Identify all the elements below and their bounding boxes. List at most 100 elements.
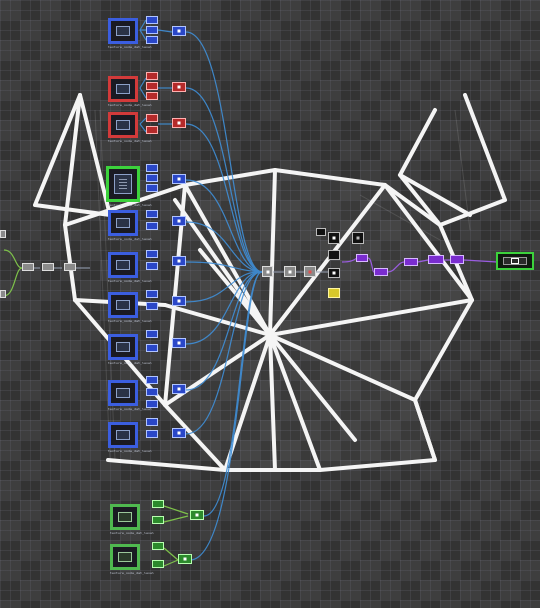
chip-node[interactable]: [146, 418, 158, 426]
chip-node[interactable]: [450, 255, 464, 264]
texture-node-9[interactable]: [108, 380, 138, 406]
node-caption: texture_node_dat_level: [108, 139, 153, 143]
chip-node[interactable]: [172, 174, 186, 184]
texture-thumbnail-icon: [116, 84, 130, 94]
chip-node[interactable]: [152, 500, 164, 508]
chip-icon: [332, 271, 336, 275]
node-caption: texture_node_dat_level: [108, 319, 153, 323]
chip-node[interactable]: [146, 222, 158, 230]
chip-node[interactable]: [316, 228, 326, 236]
node-caption: texture_node_dat_level: [108, 237, 153, 241]
texture-node-1[interactable]: [108, 18, 138, 44]
chip-node[interactable]: [172, 384, 186, 394]
chip-icon: [308, 270, 312, 273]
node-caption: texture_node_dat_level: [108, 103, 153, 107]
chip-node[interactable]: [428, 255, 444, 264]
texture-thumbnail-icon: [116, 300, 130, 310]
node-caption: texture_node_dat_level: [108, 449, 153, 453]
chip-node[interactable]: [146, 210, 158, 218]
texture-node-12[interactable]: [110, 544, 140, 570]
texture-node-7[interactable]: [108, 292, 138, 318]
chip-node[interactable]: [328, 288, 340, 298]
chip-icon: [511, 258, 519, 264]
chip-node[interactable]: [64, 263, 76, 271]
chip-node[interactable]: [146, 114, 158, 122]
chip-node[interactable]: [146, 16, 158, 24]
node-caption: texture_node_dat_level: [108, 361, 153, 365]
chip-node[interactable]: [146, 430, 158, 438]
texture-thumbnail-icon: [116, 342, 130, 352]
texture-node-8[interactable]: [108, 334, 138, 360]
chip-node[interactable]: [146, 344, 158, 352]
chip-node[interactable]: [22, 263, 34, 271]
chip-node[interactable]: [42, 263, 54, 271]
chip-node[interactable]: [146, 262, 158, 270]
chip-icon: [177, 29, 181, 33]
chip-node[interactable]: [146, 400, 158, 408]
chip-node[interactable]: [172, 216, 186, 226]
node-caption: texture_node_dat_level: [108, 45, 153, 49]
chip-icon: [356, 236, 360, 240]
chip-node[interactable]: [146, 250, 158, 258]
chip-icon: [195, 513, 199, 517]
chip-node[interactable]: [172, 256, 186, 266]
texture-node-6[interactable]: [108, 252, 138, 278]
chip-node[interactable]: [146, 174, 158, 182]
texture-node-10[interactable]: [108, 422, 138, 448]
chip-node[interactable]: [304, 266, 316, 277]
display-output-icon: [503, 257, 527, 265]
chip-node[interactable]: [146, 92, 158, 100]
chip-node[interactable]: [146, 184, 158, 192]
chip-icon: [177, 431, 181, 435]
chip-node[interactable]: [190, 510, 204, 520]
chip-node[interactable]: [146, 72, 158, 80]
chip-icon: [177, 259, 181, 263]
output-node[interactable]: [496, 252, 534, 270]
chip-node[interactable]: [356, 254, 368, 262]
chip-node[interactable]: [374, 268, 388, 276]
chip-node[interactable]: [172, 26, 186, 36]
chip-node[interactable]: [328, 232, 340, 244]
chip-node[interactable]: [172, 296, 186, 306]
chip-node[interactable]: [352, 232, 364, 244]
texture-thumbnail-icon: [118, 512, 132, 522]
composite-node[interactable]: [262, 266, 273, 277]
texture-node-5[interactable]: [108, 210, 138, 236]
chip-node[interactable]: [146, 36, 158, 44]
chip-node[interactable]: [328, 250, 340, 260]
texture-node-2[interactable]: [108, 76, 138, 102]
chip-node[interactable]: [146, 376, 158, 384]
chip-node[interactable]: [178, 554, 192, 564]
texture-node-4[interactable]: [106, 166, 140, 202]
chip-icon: [177, 219, 181, 223]
chip-node[interactable]: [284, 266, 296, 277]
chip-node[interactable]: [146, 290, 158, 298]
chip-icon: [177, 387, 181, 391]
chip-node[interactable]: [152, 516, 164, 524]
chip-node[interactable]: [172, 428, 186, 438]
chip-node[interactable]: [146, 330, 158, 338]
chip-node[interactable]: [172, 338, 186, 348]
chip-node[interactable]: [152, 560, 164, 568]
texture-thumbnail-icon: [116, 260, 130, 270]
chip-node[interactable]: [152, 542, 164, 550]
chip-node[interactable]: [146, 126, 158, 134]
texture-node-3[interactable]: [108, 112, 138, 138]
chip-node[interactable]: [146, 388, 158, 396]
chip-icon: [177, 85, 181, 89]
chip-node[interactable]: [146, 302, 158, 310]
chip-node[interactable]: [146, 164, 158, 172]
chip-node[interactable]: [172, 82, 186, 92]
chip-node[interactable]: [146, 82, 158, 90]
chip-node[interactable]: [0, 290, 6, 298]
node-caption: texture_node_dat_level: [110, 531, 155, 535]
chip-node[interactable]: [404, 258, 418, 266]
chip-icon: [177, 299, 181, 303]
texture-node-11[interactable]: [110, 504, 140, 530]
chip-node[interactable]: [0, 230, 6, 238]
chip-node[interactable]: [328, 268, 340, 278]
texture-thumbnail-icon: [116, 218, 130, 228]
chip-node[interactable]: [172, 118, 186, 128]
node-caption: texture_node_dat_level: [108, 203, 153, 207]
chip-node[interactable]: [146, 26, 158, 34]
